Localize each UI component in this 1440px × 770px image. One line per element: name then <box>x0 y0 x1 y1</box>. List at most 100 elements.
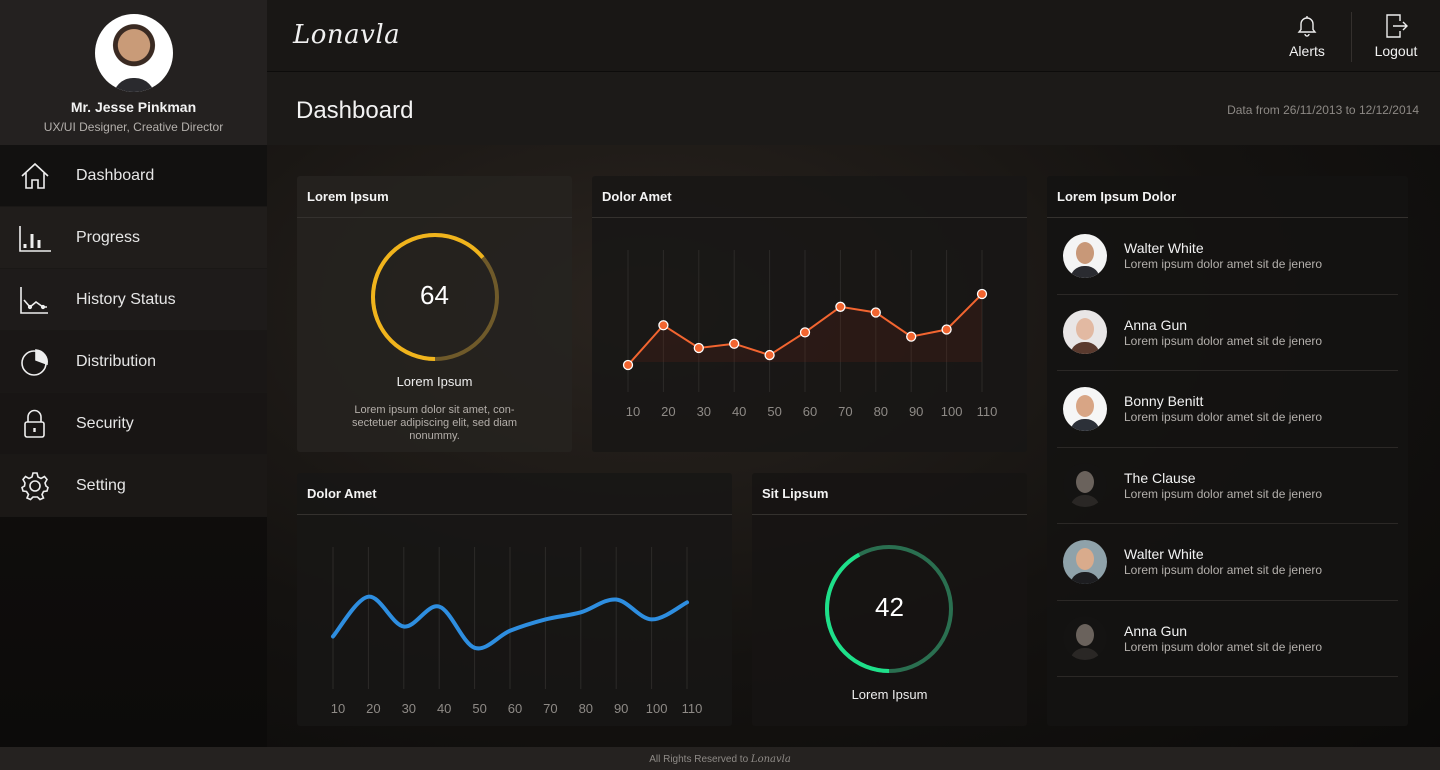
profile-avatar[interactable] <box>94 14 173 92</box>
line-chart-card-1: Dolor Amet 10 20 30 40 50 60 70 80 90 100 110 <box>592 176 1027 452</box>
x-tick-label: 70 <box>838 404 852 419</box>
avatar <box>1063 233 1107 278</box>
x-tick-label: 90 <box>909 404 923 419</box>
list-item[interactable]: Bonny Benitt Lorem ipsum dolor amet sit d… <box>1057 371 1398 448</box>
list-item[interactable]: Walter White Lorem ipsum dolor amet sit d… <box>1057 524 1398 601</box>
card-title: Dolor Amet <box>592 176 1027 218</box>
sidebar: Mr. Jesse Pinkman UX/UI Designer, Creati… <box>0 0 267 747</box>
date-range: Data from 26/11/2013 to 12/12/2014 <box>1227 103 1419 117</box>
card-title: Lorem Ipsum Dolor <box>1047 176 1408 218</box>
avatar <box>1063 539 1107 584</box>
person-name: Walter White <box>1124 240 1204 257</box>
x-tick-label: 70 <box>543 701 557 716</box>
people-list-card: Lorem Ipsum Dolor Walter White Lorem ipsu… <box>1047 176 1408 726</box>
gauge-value: 64 <box>420 280 449 310</box>
line-chart-1: 10 20 30 40 50 60 70 80 90 100 110 <box>622 250 997 419</box>
footer-text: All Rights Reserved to <box>649 754 749 765</box>
avatar <box>1063 616 1107 661</box>
alerts-button[interactable]: Alerts <box>1263 0 1351 72</box>
person-name: Anna Gun <box>1124 316 1188 333</box>
x-tick-label: 20 <box>366 701 380 716</box>
sidebar-item-setting[interactable]: Setting <box>0 455 267 517</box>
person-desc: Lorem ipsum dolor amet sit de jenero <box>1124 563 1323 578</box>
person-desc: Lorem ipsum dolor amet sit de jenero <box>1124 333 1323 348</box>
data-point <box>941 324 952 335</box>
list-item[interactable]: Anna Gun Lorem ipsum dolor amet sit de je… <box>1057 601 1398 677</box>
x-tick-label: 50 <box>767 404 781 419</box>
line-chart-icon <box>18 283 52 317</box>
sidebar-item-security[interactable]: Security <box>0 393 267 455</box>
profile-panel: Mr. Jesse Pinkman UX/UI Designer, Creati… <box>0 0 267 145</box>
list-item[interactable]: Anna Gun Lorem ipsum dolor amet sit de je… <box>1057 295 1398 371</box>
gauge-value: 42 <box>875 592 904 622</box>
avatar <box>1063 463 1107 508</box>
x-tick-label: 90 <box>614 701 628 716</box>
sidebar-item-label: Security <box>76 414 134 432</box>
pie-chart-icon <box>18 345 52 379</box>
data-point <box>976 288 988 300</box>
sidebar-item-label: History Status <box>76 290 176 308</box>
gear-icon <box>18 469 52 503</box>
lock-icon <box>18 407 52 441</box>
x-tick-label: 40 <box>437 701 451 716</box>
sidebar-item-progress[interactable]: Progress <box>0 207 267 269</box>
list-item[interactable]: Walter White Lorem ipsum dolor amet sit d… <box>1057 218 1398 295</box>
x-tick-label: 110 <box>682 701 703 716</box>
card-title: Dolor Amet <box>297 473 732 515</box>
x-tick-label: 100 <box>941 404 963 419</box>
sidebar-nav: Dashboard Progress History Status Distri… <box>0 145 267 517</box>
x-tick-label: 10 <box>331 701 345 716</box>
x-tick-label: 50 <box>472 701 486 716</box>
profile-name: Mr. Jesse Pinkman <box>70 99 197 115</box>
avatar <box>1063 386 1107 431</box>
footer: All Rights Reserved to Lonavla <box>0 747 1440 770</box>
gauge-label: Lorem Ipsum <box>396 374 473 389</box>
logout-icon <box>1386 14 1408 38</box>
data-point <box>622 359 634 371</box>
sidebar-item-label: Dashboard <box>76 166 155 184</box>
logout-button[interactable]: Logout <box>1352 0 1440 72</box>
gauge-card-sit-lipsum: Sit Lipsum 42 Lorem Ipsum <box>752 473 1027 726</box>
data-point <box>870 307 881 318</box>
sidebar-item-label: Distribution <box>76 352 157 370</box>
gauge-label: Lorem Ipsum <box>851 687 928 702</box>
sidebar-item-distribution[interactable]: Distribution <box>0 331 267 393</box>
data-point <box>906 331 917 342</box>
page-title: Dashboard <box>296 97 414 124</box>
page-header: Dashboard Data from 26/11/2013 to 12/12/… <box>267 72 1440 145</box>
gauge-description: Lorem ipsum dolor sit amet, con- sectetu… <box>351 404 518 442</box>
data-point <box>693 342 704 354</box>
card-title: Lorem Ipsum <box>297 176 572 218</box>
person-name: Bonny Benitt <box>1124 393 1204 410</box>
card-title: Sit Lipsum <box>752 473 1027 515</box>
person-desc: Lorem ipsum dolor amet sit de jenero <box>1124 410 1323 425</box>
top-actions: Alerts Logout <box>1263 0 1440 72</box>
data-point <box>658 320 669 331</box>
x-tick-label: 40 <box>732 404 746 419</box>
app-logo[interactable]: Lonavla <box>293 20 400 50</box>
alerts-label: Alerts <box>1289 43 1325 59</box>
x-tick-label: 30 <box>402 701 416 716</box>
home-icon <box>18 159 52 193</box>
person-desc: Lorem ipsum dolor amet sit de jenero <box>1124 257 1323 272</box>
gauge-card-lorem-ipsum: Lorem Ipsum 64 Lorem Ipsum Lorem ipsum d… <box>297 176 572 452</box>
x-tick-label: 60 <box>508 701 522 716</box>
people-list: Walter White Lorem ipsum dolor amet sit d… <box>1047 218 1408 677</box>
sidebar-item-history-status[interactable]: History Status <box>0 269 267 331</box>
x-tick-label: 10 <box>626 404 640 419</box>
topbar: Lonavla Alerts Logout <box>267 0 1440 72</box>
x-tick-label: 100 <box>646 701 668 716</box>
person-name: Anna Gun <box>1124 622 1188 639</box>
line-chart-card-2: Dolor Amet 10 20 30 40 50 60 70 80 90 100 110 <box>297 473 732 726</box>
bar-chart-icon <box>18 221 52 255</box>
sidebar-item-label: Progress <box>76 228 141 246</box>
x-tick-label: 30 <box>697 404 711 419</box>
person-desc: Lorem ipsum dolor amet sit de jenero <box>1124 486 1323 501</box>
sidebar-item-dashboard[interactable]: Dashboard <box>0 145 267 207</box>
data-point <box>835 301 846 312</box>
logout-label: Logout <box>1374 43 1418 59</box>
data-point <box>799 327 811 338</box>
list-item[interactable]: The Clause Lorem ipsum dolor amet sit de … <box>1057 448 1398 524</box>
data-point <box>729 338 740 349</box>
person-desc: Lorem ipsum dolor amet sit de jenero <box>1124 639 1323 654</box>
